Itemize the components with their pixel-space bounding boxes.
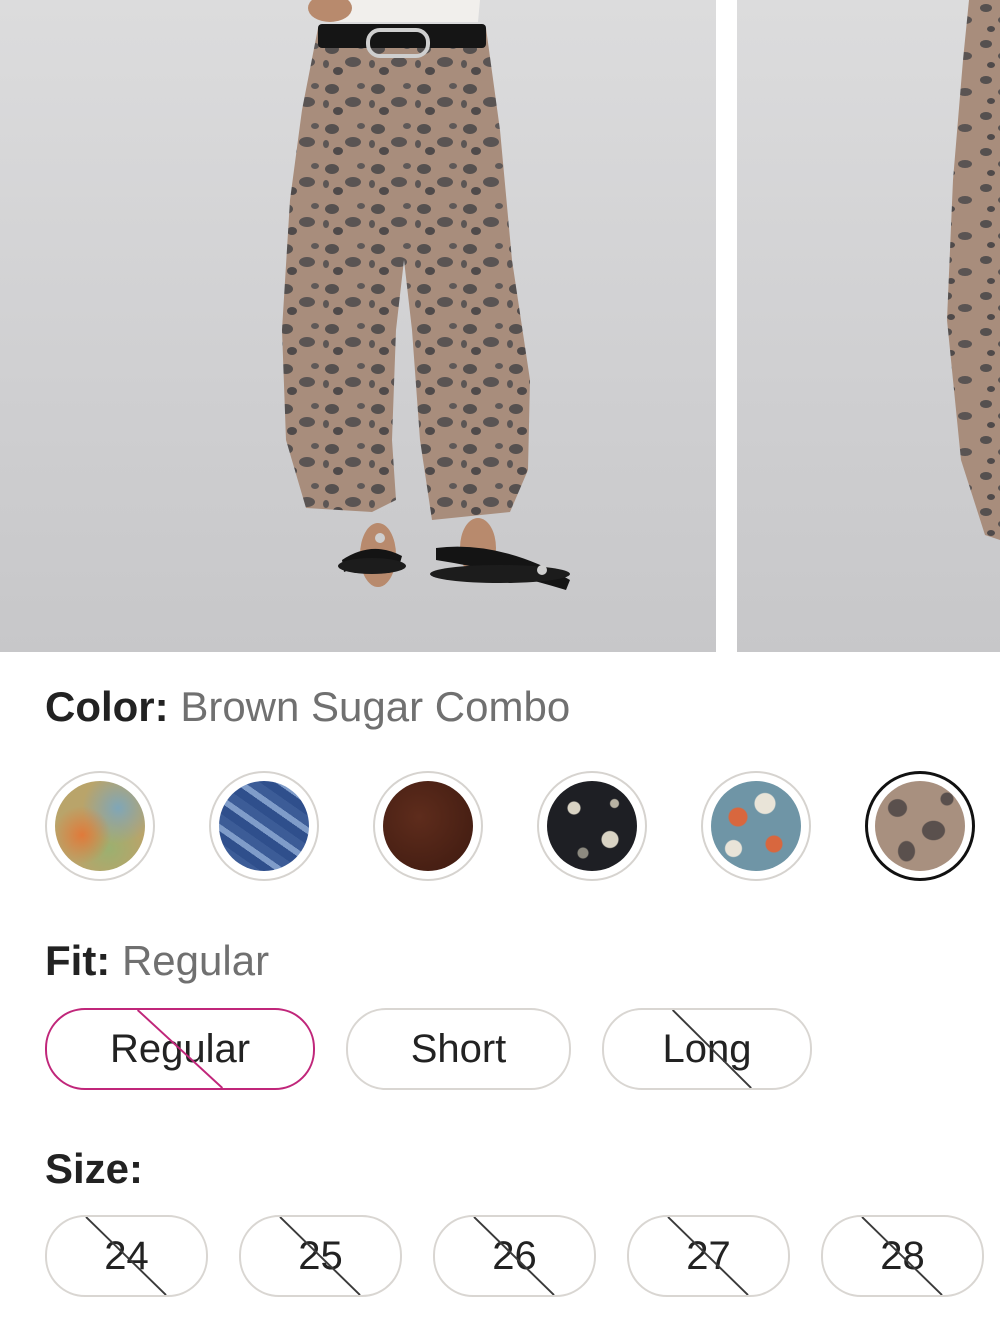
size-label: Size: (45, 1148, 143, 1190)
leopard-pants-model-image (282, 0, 570, 590)
fit-option-label: Regular (109, 1026, 251, 1071)
size-option-label: 28 (880, 1233, 925, 1278)
size-label-key: Size: (45, 1145, 144, 1192)
size-option-25[interactable]: 25 (239, 1215, 402, 1297)
fit-option-label: Short (410, 1026, 507, 1071)
swatch-image (55, 781, 145, 871)
size-option-label: 25 (298, 1233, 343, 1278)
size-option-label: 27 (686, 1233, 731, 1278)
size-option-label: 24 (104, 1233, 149, 1278)
color-label-key: Color: (45, 683, 169, 730)
swatch-image (547, 781, 637, 871)
color-label: Color: Brown Sugar Combo (45, 686, 570, 728)
size-option-label: 26 (492, 1233, 537, 1278)
size-option-28[interactable]: 28 (821, 1215, 984, 1297)
size-option-24[interactable]: 24 (45, 1215, 208, 1297)
swatch-image (875, 781, 965, 871)
fit-option-long[interactable]: Long (602, 1008, 812, 1090)
fit-option-regular[interactable]: Regular (45, 1008, 315, 1090)
color-swatch-blue-floral[interactable] (701, 771, 811, 881)
color-swatch-brown-leopard[interactable] (865, 771, 975, 881)
swatch-image (383, 781, 473, 871)
fit-option-label: Long (662, 1026, 752, 1071)
size-option-26[interactable]: 26 (433, 1215, 596, 1297)
fit-label-value: Regular (121, 937, 270, 984)
fit-label: Fit: Regular (45, 940, 269, 982)
fit-label-key: Fit: (45, 937, 111, 984)
product-image-gallery[interactable] (0, 0, 1000, 652)
product-photo-next[interactable] (737, 0, 1000, 652)
swatch-image (219, 781, 309, 871)
swatch-image (711, 781, 801, 871)
leopard-pants-side-image (947, 0, 1000, 540)
color-swatch-multicolor[interactable] (45, 771, 155, 881)
color-swatch-blue-zebra[interactable] (209, 771, 319, 881)
size-option-27[interactable]: 27 (627, 1215, 790, 1297)
color-swatch-dark-brown[interactable] (373, 771, 483, 881)
color-label-value: Brown Sugar Combo (180, 683, 571, 730)
fit-option-short[interactable]: Short (346, 1008, 571, 1090)
color-swatch-black-paisley[interactable] (537, 771, 647, 881)
product-photo-main[interactable] (0, 0, 716, 652)
